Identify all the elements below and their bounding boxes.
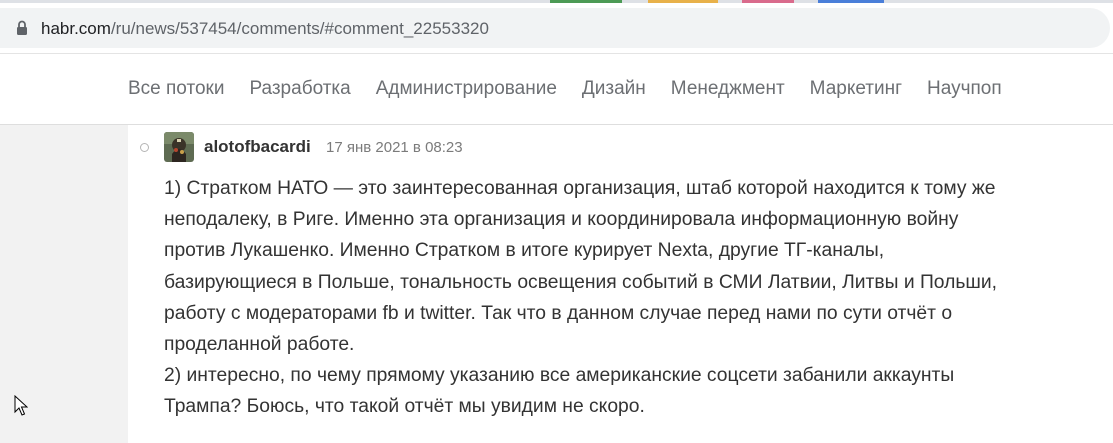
address-bar: habr.com/ru/news/537454/comments/#commen… [0,3,1113,54]
comment-thread-dot[interactable] [140,143,149,152]
nav-item-marketing[interactable]: Маркетинг [810,78,902,100]
comment-line: базирующиеся в Польше, тональность освещ… [164,271,997,293]
omnibox[interactable]: habr.com/ru/news/537454/comments/#commen… [0,8,1110,48]
comment-line: неподалеку, в Риге. Именно эта организац… [164,209,959,231]
comment-line: работу с модераторами fb и twitter. Так … [164,302,953,324]
url-path: /ru/news/537454/comments/#comment_225533… [110,19,489,38]
nav-item-administration[interactable]: Администрирование [376,78,557,100]
lock-icon[interactable] [16,20,28,36]
left-gutter [0,125,128,443]
url-text[interactable]: habr.com/ru/news/537454/comments/#commen… [41,19,489,39]
comment-line: проделанной работе. [164,334,355,356]
comment-line: Трампа? Боюсь, что такой отчёт мы увидим… [164,396,645,418]
comment-area: alotofbacardi 17 янв 2021 в 08:23 1) Стр… [128,125,1113,443]
url-host: habr.com [41,19,111,38]
nav-item-design[interactable]: Дизайн [582,78,646,100]
comment-timestamp[interactable]: 17 янв 2021 в 08:23 [326,139,463,157]
comment-line: против Лукашенко. Именно Стратком в итог… [164,240,885,262]
avatar-image [164,132,194,162]
comment-body: 1) Стратком НАТО — это заинтересованная … [164,173,1094,423]
nav-item-management[interactable]: Менеджмент [671,78,785,100]
comment-author[interactable]: alotofbacardi [204,137,311,157]
hubs-navigation: Все потоки Разработка Администрирование … [0,54,1113,125]
comment-line: 1) Стратком НАТО — это заинтересованная … [164,178,996,199]
nav-item-development[interactable]: Разработка [249,78,350,100]
mouse-cursor-icon [14,395,28,416]
comment-line: 2) интересно, по чему прямому указанию в… [164,365,955,387]
avatar[interactable] [164,132,194,162]
nav-item-popular-science[interactable]: Научпоп [927,78,1002,100]
nav-item-all-flows[interactable]: Все потоки [128,78,224,100]
